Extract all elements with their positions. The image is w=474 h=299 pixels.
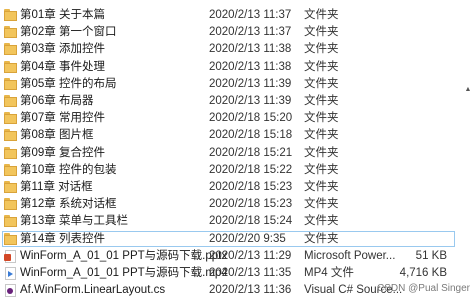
file-row[interactable]: WinForm_A_01_01 PPT与源码下载.pptx 2020/2/13 1… <box>0 248 474 265</box>
file-name: 第04章 事件处理 <box>20 61 105 73</box>
modified-date: 2020/2/13 11:37 <box>209 9 292 21</box>
modified-date: 2020/2/13 11:37 <box>209 26 292 38</box>
folder-row[interactable]: 第03章 添加控件 2020/2/13 11:38 文件夹 <box>0 41 474 58</box>
folder-icon <box>4 198 17 210</box>
pptx-file-icon <box>4 250 17 263</box>
file-name: 第13章 菜单与工具栏 <box>20 215 128 227</box>
folder-icon <box>4 233 17 245</box>
modified-date: 2020/2/13 11:29 <box>209 250 292 262</box>
modified-date: 2020/2/13 11:35 <box>209 267 292 279</box>
folder-icon <box>4 215 17 227</box>
file-name: WinForm_A_01_01 PPT与源码下载.pptx <box>20 250 228 262</box>
file-name: 第14章 列表控件 <box>20 233 105 245</box>
watermark: CSDN @Pual Singer <box>377 283 470 294</box>
modified-date: 2020/2/18 15:22 <box>209 164 293 176</box>
modified-date: 2020/2/13 11:36 <box>209 284 292 296</box>
mp4-file-icon <box>4 267 17 280</box>
file-type: 文件夹 <box>304 78 339 90</box>
file-name: 第11章 对话框 <box>20 181 93 193</box>
modified-date: 2020/2/18 15:23 <box>209 181 293 193</box>
file-name: 第02章 第一个窗口 <box>20 26 117 38</box>
folder-icon <box>4 164 17 176</box>
file-type: 文件夹 <box>304 9 339 21</box>
modified-date: 2020/2/13 11:39 <box>209 78 292 90</box>
modified-date: 2020/2/18 15:18 <box>209 129 293 141</box>
file-name: WinForm_A_01_01 PPT与源码下载.mp4 <box>20 267 228 279</box>
file-type: 文件夹 <box>304 43 339 55</box>
folder-row[interactable]: 第07章 常用控件 2020/2/18 15:20 文件夹 <box>0 110 474 127</box>
folder-icon <box>4 26 17 38</box>
cs-file-icon <box>4 284 17 297</box>
file-type: 文件夹 <box>304 61 339 73</box>
file-name: 第10章 控件的包装 <box>20 164 117 176</box>
folder-icon <box>4 181 17 193</box>
file-name: 第06章 布局器 <box>20 95 94 107</box>
file-type: MP4 文件 <box>304 267 354 279</box>
folder-row[interactable]: 第10章 控件的包装 2020/2/18 15:22 文件夹 <box>0 162 474 179</box>
file-name: Af.WinForm.LinearLayout.cs <box>20 284 166 296</box>
file-type: 文件夹 <box>304 95 339 107</box>
folder-row[interactable]: 第04章 事件处理 2020/2/13 11:38 文件夹 <box>0 59 474 76</box>
scroll-up-arrow-icon[interactable]: ▲ <box>464 86 472 94</box>
folder-row[interactable]: 第14章 列表控件 2020/2/20 9:35 文件夹 <box>0 231 474 248</box>
modified-date: 2020/2/18 15:24 <box>209 215 293 227</box>
file-type: 文件夹 <box>304 26 339 38</box>
folder-icon <box>4 61 17 73</box>
folder-icon <box>4 78 17 90</box>
folder-icon <box>4 147 17 159</box>
file-name: 第12章 系统对话框 <box>20 198 117 210</box>
modified-date: 2020/2/20 9:35 <box>209 233 286 245</box>
modified-date: 2020/2/13 11:38 <box>209 43 292 55</box>
modified-date: 2020/2/13 11:38 <box>209 61 292 73</box>
folder-icon <box>4 9 17 21</box>
file-name: 第09章 复合控件 <box>20 147 105 159</box>
file-type: 文件夹 <box>304 215 339 227</box>
file-type: 文件夹 <box>304 147 339 159</box>
file-name: 第01章 关于本篇 <box>20 9 105 21</box>
modified-date: 2020/2/18 15:21 <box>209 147 293 159</box>
folder-icon <box>4 112 17 124</box>
file-type: Microsoft Power... <box>304 250 396 262</box>
file-type: 文件夹 <box>304 181 339 193</box>
file-name: 第05章 控件的布局 <box>20 78 117 90</box>
modified-date: 2020/2/13 11:39 <box>209 95 292 107</box>
file-type: 文件夹 <box>304 233 339 245</box>
folder-row[interactable]: 第13章 菜单与工具栏 2020/2/18 15:24 文件夹 <box>0 213 474 230</box>
folder-row[interactable]: 第11章 对话框 2020/2/18 15:23 文件夹 <box>0 179 474 196</box>
file-row[interactable]: WinForm_A_01_01 PPT与源码下载.mp4 2020/2/13 11… <box>0 265 474 282</box>
file-size: 51 KB <box>415 250 447 262</box>
folder-icon <box>4 129 17 141</box>
folder-row[interactable]: 第09章 复合控件 2020/2/18 15:21 文件夹 <box>0 145 474 162</box>
folder-row[interactable]: 第06章 布局器 2020/2/13 11:39 文件夹 <box>0 93 474 110</box>
folder-row[interactable]: 第08章 图片框 2020/2/18 15:18 文件夹 <box>0 127 474 144</box>
file-type: 文件夹 <box>304 164 339 176</box>
file-name: 第08章 图片框 <box>20 129 94 141</box>
folder-row[interactable]: 第05章 控件的布局 2020/2/13 11:39 文件夹 <box>0 76 474 93</box>
modified-date: 2020/2/18 15:20 <box>209 112 293 124</box>
folder-row[interactable]: 第12章 系统对话框 2020/2/18 15:23 文件夹 <box>0 196 474 213</box>
file-type: 文件夹 <box>304 198 339 210</box>
folder-icon <box>4 95 17 107</box>
folder-icon <box>4 43 17 55</box>
file-type: 文件夹 <box>304 129 339 141</box>
file-name: 第03章 添加控件 <box>20 43 105 55</box>
file-size: 4,716 KB <box>399 267 447 279</box>
file-type: 文件夹 <box>304 112 339 124</box>
modified-date: 2020/2/18 15:23 <box>209 198 293 210</box>
file-name: 第07章 常用控件 <box>20 112 105 124</box>
folder-row[interactable]: 第02章 第一个窗口 2020/2/13 11:37 文件夹 <box>0 24 474 41</box>
folder-row[interactable]: 第01章 关于本篇 2020/2/13 11:37 文件夹 <box>0 7 474 24</box>
